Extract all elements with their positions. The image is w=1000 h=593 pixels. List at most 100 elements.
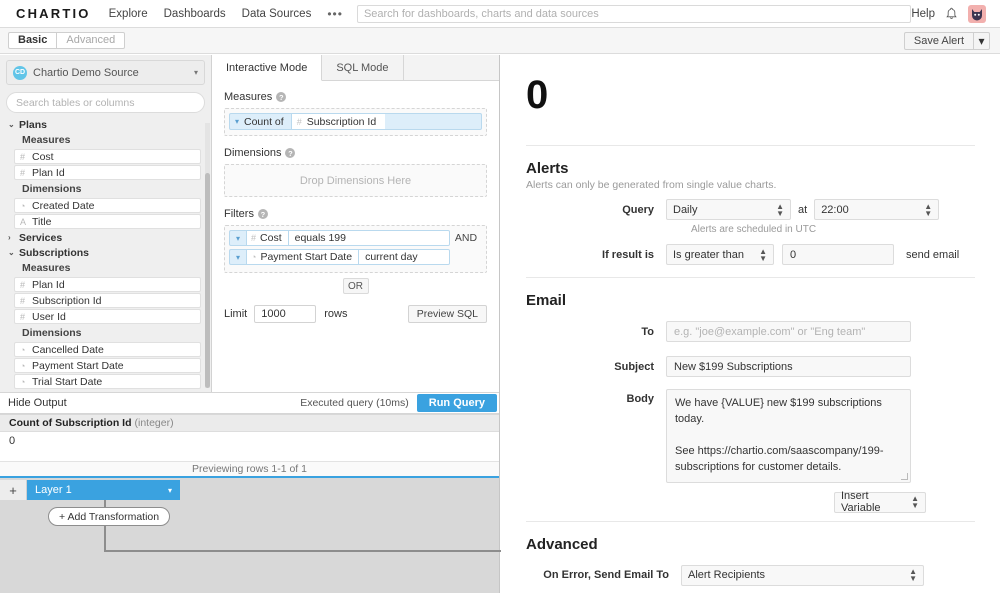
hide-output-button[interactable]: Hide Output	[8, 397, 67, 409]
chevron-down-icon[interactable]: ▾	[230, 250, 246, 264]
measures-dropzone[interactable]: ▾ Count of # Subscription Id	[224, 108, 487, 136]
global-search-input[interactable]: Search for dashboards, charts and data s…	[356, 4, 912, 23]
alert-frequency-select[interactable]: Daily ▲ ▼	[666, 199, 791, 220]
add-layer-button[interactable]: +	[0, 480, 27, 500]
filter-field[interactable]: ◔ Payment Start Date	[246, 250, 360, 264]
alert-time-select[interactable]: 22:00 ▲ ▼	[814, 199, 940, 220]
hash-icon: #	[20, 295, 26, 306]
hash-icon: #	[20, 311, 26, 322]
global-search-placeholder: Search for dashboards, charts and data s…	[363, 7, 599, 20]
schema-field[interactable]: ◔ Created Date	[14, 198, 201, 213]
resize-grip-icon[interactable]	[901, 472, 908, 480]
schema-field[interactable]: A Title	[14, 214, 201, 229]
schema-field[interactable]: # Cost	[14, 149, 201, 164]
or-button[interactable]: OR	[342, 278, 369, 294]
alert-at-label: at	[798, 203, 808, 216]
filter-pill[interactable]: ▾ # Cost equals 199	[229, 230, 450, 246]
schema-field[interactable]: # Plan Id	[14, 277, 201, 292]
chevron-down-icon[interactable]: ▾	[194, 68, 198, 77]
schema-field[interactable]: ◔ Trial Start Date	[14, 374, 201, 389]
chevron-down-icon[interactable]: ▾	[974, 31, 990, 50]
chevron-down-icon[interactable]: ▾	[230, 231, 246, 245]
schema-field[interactable]: ◔ Payment Start Date	[14, 358, 201, 373]
save-alert-button[interactable]: Save Alert	[903, 31, 974, 50]
preview-rows-status: Previewing rows 1-1 of 1	[0, 462, 499, 478]
insert-variable-select[interactable]: Insert Variable ▲ ▼	[834, 490, 926, 515]
divider	[526, 145, 975, 146]
schema-table-services[interactable]: › Services	[0, 230, 205, 245]
chevron-right-icon[interactable]: ›	[8, 233, 19, 242]
schema-field[interactable]: # User Id	[14, 309, 201, 324]
schema-scroll-thumb[interactable]	[205, 173, 210, 388]
filter-pill[interactable]: ▾ ◔ Payment Start Date current day	[229, 249, 450, 265]
email-to-input[interactable]: e.g. "joe@example.com" or "Eng team"	[666, 321, 911, 342]
layer-tab-1[interactable]: Layer 1 ▾	[27, 480, 180, 500]
add-transformation-button[interactable]: + Add Transformation	[48, 507, 171, 526]
schema-field[interactable]: ◔ Cancelled Date	[14, 342, 201, 357]
help-icon[interactable]: ?	[276, 92, 287, 102]
help-icon[interactable]: ?	[285, 148, 296, 158]
chevron-down-icon[interactable]: ▾	[230, 114, 244, 129]
hash-icon: #	[20, 151, 26, 162]
filter-field-label: Cost	[260, 232, 282, 244]
save-alert-group: Save Alert ▾	[903, 31, 992, 50]
filters-dropzone[interactable]: ▾ # Cost equals 199 AND ▾ ◔ Payment Star…	[224, 225, 487, 273]
email-to-placeholder: e.g. "joe@example.com" or "Eng team"	[674, 325, 866, 338]
nav-link-dashboards[interactable]: Dashboards	[164, 8, 226, 20]
chevron-down-icon[interactable]: ⌄	[8, 120, 19, 129]
schema-search-input[interactable]: Search tables or columns	[6, 92, 205, 113]
hash-icon: #	[251, 233, 257, 243]
advanced-on-error-row: On Error, Send Email To Alert Recipients…	[501, 564, 1000, 586]
filter-joiner[interactable]: AND	[450, 232, 482, 244]
on-error-select[interactable]: Alert Recipients ▲ ▼	[681, 564, 924, 586]
tab-advanced[interactable]: Advanced	[57, 32, 126, 49]
filter-value[interactable]: equals 199	[288, 231, 449, 245]
email-subject-input[interactable]: New $199 Subscriptions	[666, 356, 911, 377]
schema-field[interactable]: # Plan Id	[14, 165, 201, 180]
query-form: Measures ? ▾ Count of # Subscription Id	[212, 81, 499, 323]
schema-table-label: Services	[19, 231, 63, 244]
nav-link-data-sources[interactable]: Data Sources	[242, 8, 312, 20]
filter-row: ▾ # Cost equals 199 AND	[229, 230, 482, 246]
dimensions-dropzone[interactable]: Drop Dimensions Here	[224, 164, 487, 197]
schema-table-plans[interactable]: ⌄ Plans	[0, 117, 205, 132]
alert-comparator-select[interactable]: Is greater than ▲ ▼	[666, 244, 774, 265]
dimensions-label: Dimensions	[224, 147, 282, 159]
nav-link-explore[interactable]: Explore	[109, 8, 148, 20]
measure-pill[interactable]: ▾ Count of # Subscription Id	[229, 113, 482, 130]
chevron-down-icon[interactable]: ▾	[168, 486, 172, 495]
tab-interactive-mode[interactable]: Interactive Mode	[212, 55, 323, 81]
data-source-selector[interactable]: CD Chartio Demo Source ▾	[6, 60, 205, 85]
email-body-textarea[interactable]: We have {VALUE} new $199 subscriptions t…	[666, 389, 911, 483]
spinner-icon: ▲ ▼	[759, 246, 767, 263]
result-column-type: (integer)	[134, 417, 174, 429]
filters-label-row: Filters ?	[224, 208, 487, 220]
email-to-label: To	[641, 325, 654, 338]
help-icon[interactable]: ?	[257, 209, 268, 219]
help-link[interactable]: Help	[911, 8, 935, 20]
run-query-button[interactable]: Run Query	[416, 394, 497, 412]
alerts-section-title: Alerts	[526, 160, 569, 177]
limit-input[interactable]: 1000	[254, 305, 317, 323]
bell-icon[interactable]	[945, 7, 958, 21]
alert-send-email-label: send email	[906, 248, 960, 261]
layer-connector-horizontal	[104, 550, 501, 552]
insert-variable-value: Insert Variable	[841, 490, 881, 515]
hash-icon: #	[296, 116, 302, 127]
avatar[interactable]	[968, 4, 986, 23]
email-body-value: We have {VALUE} new $199 subscriptions t…	[675, 397, 884, 473]
schema-field[interactable]: # Subscription Id	[14, 293, 201, 308]
tab-sql-mode[interactable]: SQL Mode	[322, 55, 404, 81]
preview-sql-button[interactable]: Preview SQL	[407, 305, 487, 323]
filter-field[interactable]: # Cost	[246, 231, 289, 245]
measures-label: Measures	[224, 91, 273, 103]
filter-value[interactable]: current day	[359, 250, 449, 264]
tab-basic[interactable]: Basic	[8, 32, 58, 49]
filter-row: ▾ ◔ Payment Start Date current day	[229, 249, 482, 265]
schema-table-subscriptions[interactable]: ⌄ Subscriptions	[0, 245, 205, 260]
nav-overflow-icon[interactable]: •••	[327, 7, 343, 21]
alert-threshold-input[interactable]: 0	[782, 244, 894, 265]
chevron-down-icon[interactable]: ⌄	[8, 248, 19, 257]
measure-field[interactable]: # Subscription Id	[290, 114, 386, 129]
chartio-logo[interactable]: CHARTIO	[16, 6, 91, 21]
